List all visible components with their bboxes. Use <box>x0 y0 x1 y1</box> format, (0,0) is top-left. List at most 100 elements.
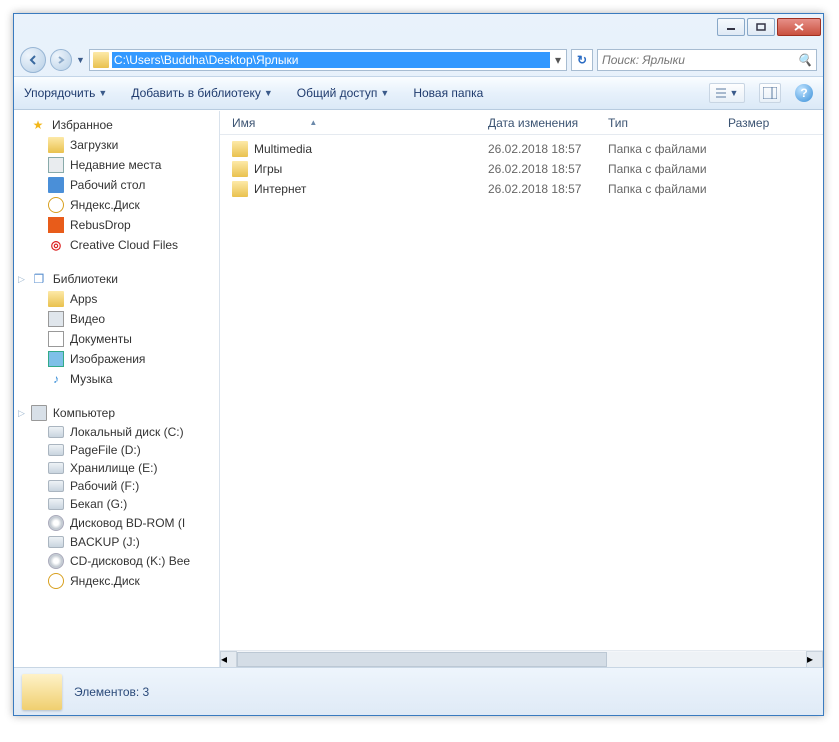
tree-item[interactable]: CD-дисковод (K:) Bee <box>14 551 219 571</box>
arrow-right-icon <box>57 56 65 64</box>
yandex-icon <box>48 197 64 213</box>
preview-pane-button[interactable] <box>759 83 781 103</box>
tree-item[interactable]: ♪Музыка <box>14 369 219 389</box>
tree-item[interactable]: Дисковод BD-ROM (I <box>14 513 219 533</box>
video-icon <box>48 311 64 327</box>
tree-item[interactable]: BACKUP (J:) <box>14 533 219 551</box>
column-size[interactable]: Размер <box>722 116 802 130</box>
tree-item[interactable]: Недавние места <box>14 155 219 175</box>
tree-item[interactable]: Рабочий (F:) <box>14 477 219 495</box>
file-row[interactable]: Интернет26.02.2018 18:57Папка с файлами <box>220 179 823 199</box>
help-icon: ? <box>800 86 807 100</box>
file-row[interactable]: Игры26.02.2018 18:57Папка с файлами <box>220 159 823 179</box>
add-to-library-menu[interactable]: Добавить в библиотеку ▼ <box>131 86 272 100</box>
tree-item[interactable]: RebusDrop <box>14 215 219 235</box>
libraries-header[interactable]: ▷ ❐ Библиотеки <box>14 269 219 289</box>
chevron-down-icon: ▼ <box>380 88 389 98</box>
chevron-down-icon: ▼ <box>730 88 739 98</box>
tree-item-label: Apps <box>70 292 97 306</box>
tree-item[interactable]: Apps <box>14 289 219 309</box>
help-button[interactable]: ? <box>795 84 813 102</box>
tree-item-label: Локальный диск (C:) <box>70 425 184 439</box>
status-text: Элементов: 3 <box>74 685 149 699</box>
favorites-group: ★ Избранное Загрузки Недавние местаРабочи… <box>14 115 219 255</box>
tree-item-label: Загрузки <box>70 138 118 152</box>
file-name: Multimedia <box>254 142 312 156</box>
tree-item[interactable]: PageFile (D:) <box>14 441 219 459</box>
computer-header[interactable]: ▷ Компьютер <box>14 403 219 423</box>
address-bar[interactable]: ▾ <box>89 49 567 71</box>
tree-item[interactable]: Яндекс.Диск <box>14 195 219 215</box>
tree-item[interactable]: Хранилище (E:) <box>14 459 219 477</box>
cell-type: Папка с файлами <box>602 142 722 156</box>
scroll-left-button[interactable]: ◂ <box>220 651 237 668</box>
file-row[interactable]: Multimedia26.02.2018 18:57Папка с файлам… <box>220 139 823 159</box>
scroll-right-button[interactable]: ▸ <box>806 651 823 668</box>
folder-icon <box>232 141 248 157</box>
drive-icon <box>48 462 64 474</box>
status-bar: Элементов: 3 <box>14 667 823 715</box>
folder-icon <box>232 181 248 197</box>
navigation-tree[interactable]: ★ Избранное ЗагрузкиНедавние местаРабочи… <box>14 111 220 667</box>
tree-item-label: Хранилище (E:) <box>70 461 157 475</box>
desktop-icon <box>48 177 64 193</box>
img-icon <box>48 351 64 367</box>
favorites-header[interactable]: ★ Избранное <box>14 115 219 135</box>
tree-item[interactable]: Рабочий стол <box>14 175 219 195</box>
refresh-icon: ↻ <box>577 53 587 67</box>
music-icon: ♪ <box>48 371 64 387</box>
tree-item[interactable]: Загрузки <box>14 135 219 155</box>
content-area: ★ Избранное ЗагрузкиНедавние местаРабочи… <box>14 110 823 667</box>
history-dropdown-icon[interactable]: ▼ <box>76 55 85 65</box>
cell-name: Multimedia <box>226 141 482 157</box>
tree-item[interactable]: Бекап (G:) <box>14 495 219 513</box>
folder-icon <box>232 161 248 177</box>
column-type[interactable]: Тип <box>602 116 722 130</box>
search-box[interactable]: 🔍 <box>597 49 817 71</box>
tree-item[interactable]: Яндекс.Диск <box>14 571 219 591</box>
address-input[interactable] <box>112 52 550 68</box>
search-input[interactable] <box>602 53 797 67</box>
view-mode-button[interactable]: ▼ <box>709 83 745 103</box>
explorer-window: ▼ ▾ ↻ 🔍 Упорядочить ▼ Добавить в библиот… <box>13 13 824 716</box>
cell-type: Папка с файлами <box>602 162 722 176</box>
new-folder-button[interactable]: Новая папка <box>413 86 483 100</box>
library-icon: ❐ <box>31 271 47 287</box>
cell-date: 26.02.2018 18:57 <box>482 182 602 196</box>
tree-item-label: Бекап (G:) <box>70 497 127 511</box>
folder-icon <box>48 137 64 153</box>
search-icon: 🔍 <box>797 53 812 67</box>
drive-icon <box>48 536 64 548</box>
list-view-icon <box>716 87 730 99</box>
tree-item-label: Документы <box>70 332 132 346</box>
tree-item[interactable]: Изображения <box>14 349 219 369</box>
address-dropdown-icon[interactable]: ▾ <box>550 53 566 67</box>
horizontal-scrollbar[interactable]: ◂ ▸ <box>220 650 823 667</box>
libraries-group: ▷ ❐ Библиотеки Apps Видео Документы Изображ… <box>14 269 219 389</box>
refresh-button[interactable]: ↻ <box>571 49 593 71</box>
close-button[interactable] <box>777 18 821 36</box>
file-rows[interactable]: Multimedia26.02.2018 18:57Папка с файлам… <box>220 135 823 650</box>
scroll-thumb[interactable] <box>237 652 607 667</box>
scroll-track[interactable] <box>237 652 806 667</box>
tree-item-label: Дисковод BD-ROM (I <box>70 516 185 530</box>
organize-menu[interactable]: Упорядочить ▼ <box>24 86 107 100</box>
tree-item-label: Яндекс.Диск <box>70 198 140 212</box>
minimize-button[interactable] <box>717 18 745 36</box>
column-name[interactable]: Имя▲ <box>226 116 482 130</box>
forward-button[interactable] <box>50 49 72 71</box>
maximize-button[interactable] <box>747 18 775 36</box>
computer-group: ▷ Компьютер Локальный диск (C:) PageFile … <box>14 403 219 591</box>
tree-item[interactable]: Документы <box>14 329 219 349</box>
expand-icon: ▷ <box>18 274 25 285</box>
tree-item[interactable]: Видео <box>14 309 219 329</box>
cell-name: Игры <box>226 161 482 177</box>
share-menu[interactable]: Общий доступ ▼ <box>297 86 390 100</box>
drive-icon <box>48 480 64 492</box>
tree-item[interactable]: Локальный диск (C:) <box>14 423 219 441</box>
column-date[interactable]: Дата изменения <box>482 116 602 130</box>
tree-item[interactable]: ◎Creative Cloud Files <box>14 235 219 255</box>
tree-item-label: CD-дисковод (K:) Bee <box>70 554 190 568</box>
back-button[interactable] <box>20 47 46 73</box>
arrow-left-icon <box>28 55 38 65</box>
